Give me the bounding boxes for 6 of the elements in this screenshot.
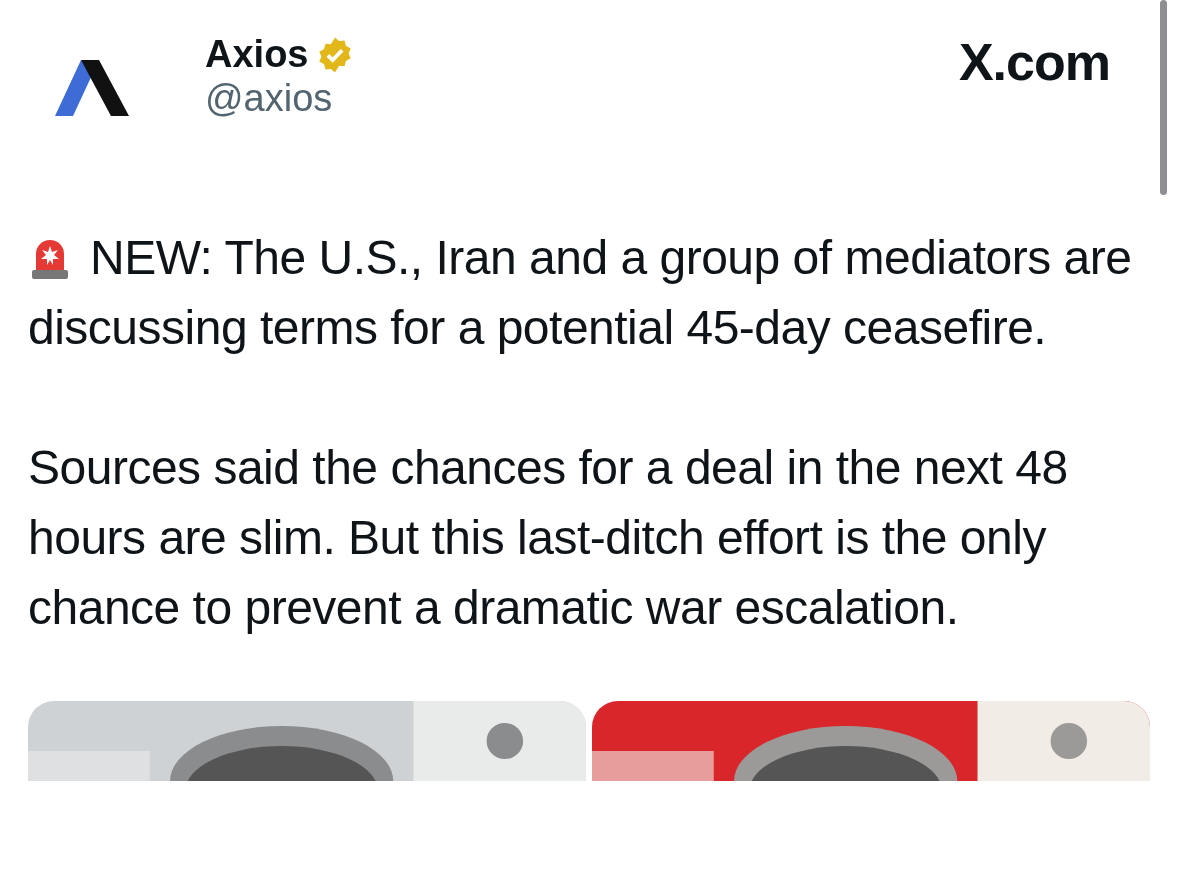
scrollbar[interactable] <box>1160 0 1167 195</box>
source-label: X.com <box>958 36 1110 88</box>
tweet-text: Sources said the chances for a deal in the next 48 hours are slim. But this last-ditch effort is the only chance to prevent a dramatic war escalation. <box>28 440 1069 636</box>
tweet-text: NEW: The U.S., Iran and a group of mediators are discussing terms for a potential 45-day ceasefire. <box>28 230 1133 356</box>
author-handle[interactable]: @axios <box>205 75 959 122</box>
author-name[interactable]: Axios <box>205 34 309 76</box>
